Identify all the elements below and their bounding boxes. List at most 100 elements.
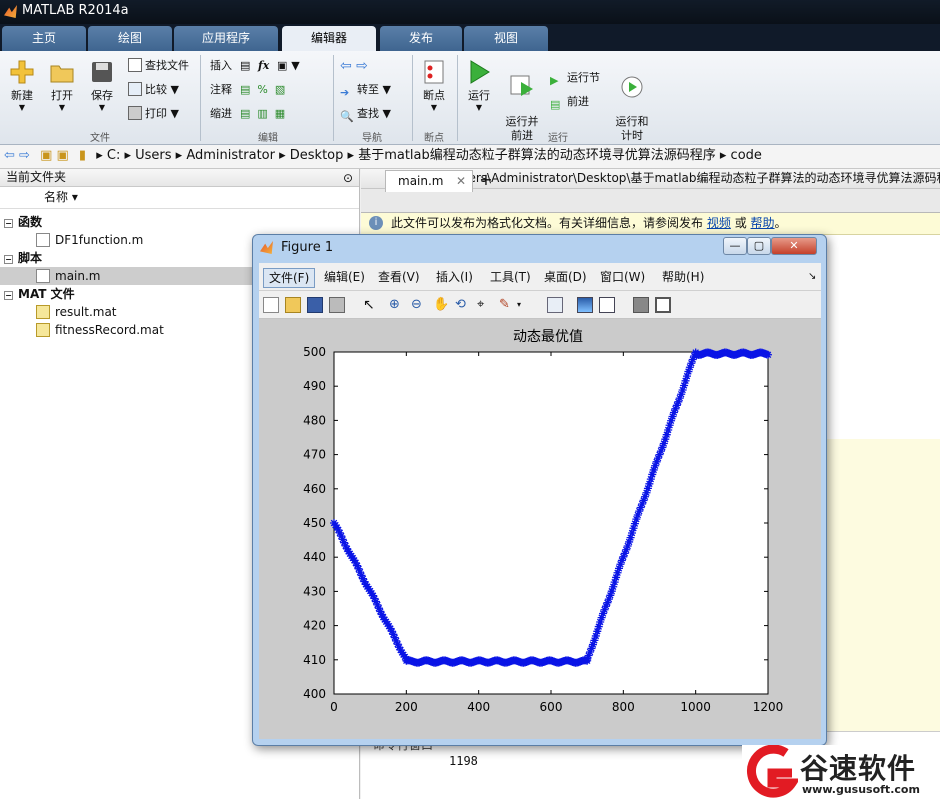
run-and-advance-button[interactable]: 运行并 前进 [502, 59, 542, 143]
function-file-icon [36, 233, 50, 247]
print-icon[interactable] [329, 297, 345, 313]
save-icon[interactable] [307, 297, 323, 313]
x-tick-label: 1200 [753, 700, 784, 714]
run-and-time-button[interactable]: 运行和 计时 [612, 59, 652, 143]
fx-icon[interactable]: ▤ fx ▣ ▼ [240, 57, 300, 75]
collapse-icon[interactable]: − [4, 219, 13, 228]
menu-tools[interactable]: 工具(T) [485, 268, 536, 288]
back-forward-icons[interactable]: ⇦ ⇨ [340, 57, 368, 75]
find-button[interactable]: 🔍 查找 ▼ [340, 105, 391, 123]
chevron-down-icon[interactable]: ▾ [517, 297, 533, 313]
open-button[interactable]: 打开 ▼ [46, 59, 78, 112]
print-button[interactable]: 打印 ▼ [128, 105, 179, 123]
advance-icon: ▤ [550, 98, 561, 111]
colorbar-icon[interactable] [577, 297, 593, 313]
crumb-users[interactable]: Users [135, 148, 171, 163]
crumb-project[interactable]: 基于matlab编程动态粒子群算法的动态环境寻优算法源码程序 [358, 148, 716, 163]
find-files-button[interactable]: 查找文件 [128, 57, 189, 75]
crumb-drive[interactable]: C: [107, 148, 120, 163]
tab-plots[interactable]: 绘图 [88, 26, 172, 51]
figure-title: Figure 1 [281, 240, 334, 255]
list-item[interactable]: DF1function.m [36, 231, 143, 249]
menu-help[interactable]: 帮助(H) [657, 268, 709, 288]
up-folder-icon[interactable]: ▣ ▣ [40, 148, 69, 163]
run-section-button[interactable]: ▶ 运行节 [550, 69, 600, 87]
comment-tools-icons[interactable]: ▤ % ▧ [240, 81, 285, 99]
run-play-icon [470, 60, 490, 84]
comment-button[interactable]: 注释 [210, 81, 232, 99]
hide-plot-tools-icon[interactable] [633, 297, 649, 313]
link-plot-icon[interactable] [547, 297, 563, 313]
new-figure-icon[interactable] [263, 297, 279, 313]
menu-insert[interactable]: 插入(I) [431, 268, 478, 288]
y-tick-label: 430 [303, 584, 326, 598]
menu-window[interactable]: 窗口(W) [595, 268, 650, 288]
indent-tools-icons[interactable]: ▤ ▥ ▦ [240, 105, 285, 123]
crumb-code[interactable]: code [731, 148, 762, 163]
ribbon-divider [412, 55, 413, 141]
collapse-icon[interactable]: − [4, 255, 13, 264]
back-forward-icons[interactable]: ⇦ ⇨ [4, 148, 30, 163]
pan-hand-icon[interactable]: ✋ [433, 297, 449, 313]
menu-desktop[interactable]: 桌面(D) [539, 268, 592, 288]
maximize-button[interactable]: ▢ [747, 237, 771, 255]
tab-apps[interactable]: 应用程序 [174, 26, 278, 51]
menu-edit[interactable]: 编辑(E) [319, 268, 370, 288]
pointer-icon[interactable]: ↖ [363, 297, 379, 313]
menu-view[interactable]: 查看(V) [373, 268, 425, 288]
new-button[interactable]: 新建 ▼ [6, 59, 38, 112]
group-functions[interactable]: − 函数 [4, 213, 42, 231]
group-scripts[interactable]: − 脚本 [4, 249, 42, 267]
section-bp-label: 断点 [424, 133, 444, 144]
compare-button[interactable]: 比较 ▼ [128, 81, 179, 99]
chart[interactable]: 动态最优值 0 200 400 600 800 1000 1200 400 410 420 430 4… [259, 319, 821, 739]
zoom-out-icon[interactable]: ⊖ [411, 297, 427, 313]
tab-publish[interactable]: 发布 [380, 26, 462, 51]
open-file-icon[interactable] [285, 297, 301, 313]
advance-button[interactable]: ▤ 前进 [550, 93, 589, 111]
zoom-in-icon[interactable]: ⊕ [389, 297, 405, 313]
video-link[interactable]: 视频 [707, 216, 731, 230]
figure-canvas: 动态最优值 0 200 400 600 800 1000 1200 400 410 420 430 4… [259, 319, 821, 739]
run-button[interactable]: 运行 ▼ [462, 59, 496, 112]
tab-view[interactable]: 视图 [464, 26, 548, 51]
panel-menu-icon[interactable]: ⊙ [343, 170, 353, 187]
group-mat-files[interactable]: − MAT 文件 [4, 285, 75, 303]
crumb-desktop[interactable]: Desktop [290, 148, 344, 163]
y-tick-label: 410 [303, 653, 326, 667]
insert-button[interactable]: 插入 [210, 57, 232, 75]
editor-tab-main[interactable]: main.m ✕ [385, 170, 473, 192]
run-section-icon: ▶ [550, 74, 559, 87]
brush-icon[interactable]: ✎ [499, 297, 515, 313]
crumb-user[interactable]: Administrator [186, 148, 275, 163]
collapse-icon[interactable]: − [4, 291, 13, 300]
list-item[interactable]: result.mat [36, 303, 117, 321]
rotate-icon[interactable]: ⟲ [455, 297, 471, 313]
close-icon[interactable]: ✕ [456, 171, 466, 191]
compare-icon [128, 82, 142, 96]
save-button[interactable]: 保存 ▼ [86, 59, 118, 112]
ribbon-divider [457, 55, 458, 141]
stopwatch-icon [621, 76, 643, 98]
name-column-header[interactable]: 名称 ▾ [0, 187, 359, 209]
close-button[interactable]: ✕ [771, 237, 817, 255]
tab-home[interactable]: 主页 [2, 26, 86, 51]
address-bar[interactable]: ⇦ ⇨ ▣ ▣ ▮ ▸ C: ▸ Users ▸ Administrator ▸… [0, 145, 940, 169]
new-tab-plus-icon[interactable]: + [475, 170, 497, 191]
data-cursor-icon[interactable]: ⌖ [477, 297, 493, 313]
minimize-button[interactable]: — [723, 237, 747, 255]
legend-icon[interactable] [599, 297, 615, 313]
goto-button[interactable]: ➔ 转至 ▼ [340, 81, 391, 99]
indent-button[interactable]: 缩进 [210, 105, 232, 123]
list-item[interactable]: fitnessRecord.mat [36, 321, 164, 339]
figure-window: Figure 1 — ▢ ✕ 文件(F) 编辑(E) 查看(V) 插入(I) 工… [252, 234, 827, 746]
tab-editor[interactable]: 编辑器 [282, 26, 376, 51]
figure-menubar: 文件(F) 编辑(E) 查看(V) 插入(I) 工具(T) 桌面(D) 窗口(W… [259, 263, 821, 291]
y-tick-label: 450 [303, 516, 326, 530]
dock-arrow-icon[interactable]: ↘ [803, 268, 821, 288]
show-plot-tools-icon[interactable] [655, 297, 671, 313]
breakpoints-button[interactable]: 断点 ▼ [418, 59, 450, 112]
data-point [764, 350, 772, 359]
menu-file[interactable]: 文件(F) [263, 268, 316, 288]
help-link[interactable]: 帮助 [751, 216, 775, 230]
